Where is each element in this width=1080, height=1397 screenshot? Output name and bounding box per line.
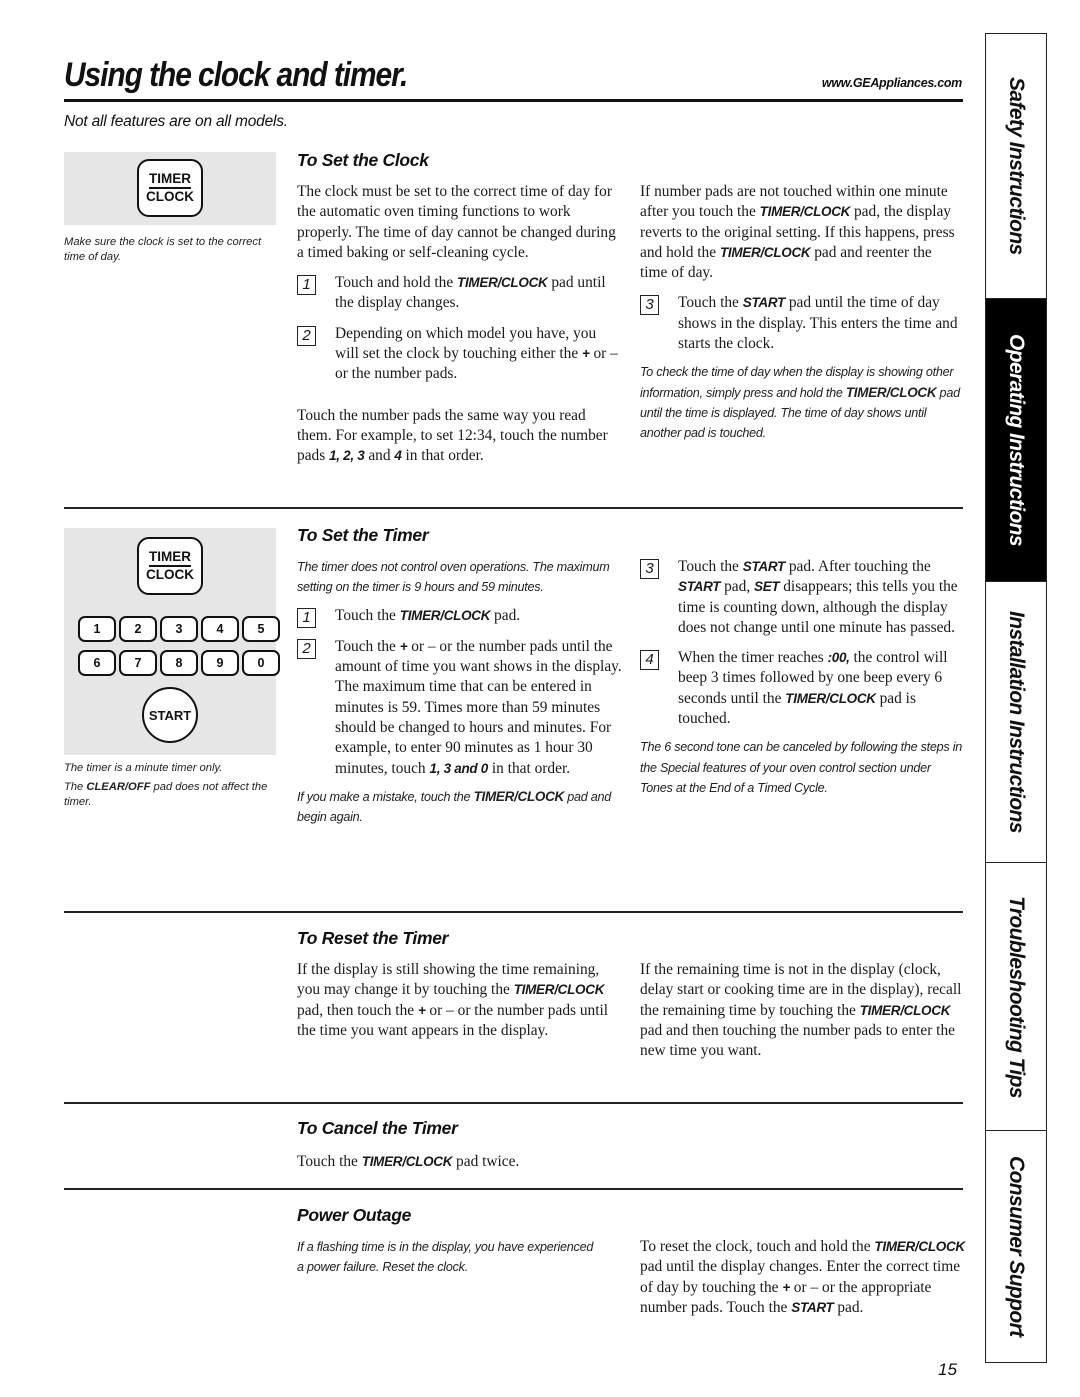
step-number: 3 <box>640 295 659 316</box>
pad-label-clock: CLOCK <box>146 567 194 582</box>
tab-label: Consumer Support <box>1005 1155 1028 1337</box>
header-rule <box>64 99 963 102</box>
section-divider <box>64 1188 963 1190</box>
number-pad-5: 5 <box>242 616 280 642</box>
number-pad-3: 3 <box>160 616 198 642</box>
heading-reset-timer: To Reset the Timer <box>297 928 449 948</box>
number-pad-4: 4 <box>201 616 239 642</box>
cancel-timer-text: Touch the TIMER/CLOCK pad twice. <box>297 1153 520 1170</box>
reset-timer-right-text: If the remaining time is not in the disp… <box>640 961 962 1060</box>
minute-timer-caption: The timer is a minute timer only. <box>64 762 223 774</box>
tab-troubleshooting-tips[interactable]: Troubleshooting Tips <box>986 863 1046 1131</box>
number-pad-6: 6 <box>78 650 116 676</box>
timer-clock-pad: TIMER CLOCK <box>137 537 203 595</box>
tab-operating-instructions[interactable]: Operating Instructions <box>986 299 1046 582</box>
heading-cancel-timer: To Cancel the Timer <box>297 1118 458 1138</box>
set-clock-right-column: If number pads are not touched within on… <box>640 182 962 444</box>
check-time-note: To check the time of day when the displa… <box>640 365 960 441</box>
step-number: 2 <box>297 638 316 659</box>
pad-label-timer: TIMER <box>149 549 191 567</box>
number-pad-2: 2 <box>119 616 157 642</box>
section-divider <box>64 911 963 913</box>
power-outage-text: To reset the clock, touch and hold the T… <box>640 1238 965 1316</box>
section-tabs: Safety Instructions Operating Instructio… <box>985 33 1047 1363</box>
step-number: 1 <box>297 607 316 628</box>
start-pad: START <box>142 687 198 743</box>
number-pad-row-2: 6 7 8 9 0 <box>78 650 280 676</box>
tab-label: Operating Instructions <box>1005 334 1028 546</box>
pad-label-clock: CLOCK <box>146 189 194 204</box>
pad-label-timer: TIMER <box>149 171 191 189</box>
tab-safety-instructions[interactable]: Safety Instructions <box>986 34 1046 299</box>
number-pad-9: 9 <box>201 650 239 676</box>
tab-label: Troubleshooting Tips <box>1005 895 1028 1098</box>
heading-power-outage: Power Outage <box>297 1205 412 1225</box>
page-number: 15 <box>938 1360 957 1379</box>
set-timer-step-3: 3 Touch the START pad. After touching th… <box>640 557 962 638</box>
timer-clock-pad-illustration: TIMER CLOCK <box>64 152 276 225</box>
timer-illustration-caption: The timer is a minute timer only. The CL… <box>64 761 276 810</box>
power-outage-note: If a flashing time is in the display, yo… <box>297 1240 594 1275</box>
set-clock-intro: The clock must be set to the correct tim… <box>297 183 616 261</box>
heading-set-timer: To Set the Timer <box>297 525 429 545</box>
set-clock-step-1: 1 Touch and hold the TIMER/CLOCK pad unt… <box>297 273 622 314</box>
number-pad-1: 1 <box>78 616 116 642</box>
tab-consumer-support[interactable]: Consumer Support <box>986 1131 1046 1361</box>
set-clock-left-column: The clock must be set to the correct tim… <box>297 182 622 467</box>
number-pad-0: 0 <box>242 650 280 676</box>
number-pads-instructions: Touch the number pads the same way you r… <box>297 406 608 465</box>
number-pad-row-1: 1 2 3 4 5 <box>78 616 280 642</box>
step-number: 1 <box>297 275 316 296</box>
clock-timeout-text: If number pads are not touched within on… <box>640 183 955 282</box>
mistake-note: If you make a mistake, touch the TIMER/C… <box>297 788 612 825</box>
set-timer-step-1: 1 Touch the TIMER/CLOCK pad. <box>297 606 622 628</box>
step-number: 2 <box>297 325 316 346</box>
set-timer-right-column: 3 Touch the START pad. After touching th… <box>640 557 962 798</box>
heading-set-clock: To Set the Clock <box>297 150 429 170</box>
section-divider <box>64 1102 963 1104</box>
step-number: 4 <box>640 650 659 671</box>
clock-illustration-caption: Make sure the clock is set to the correc… <box>64 236 262 263</box>
tab-installation-instructions[interactable]: Installation Instructions <box>986 582 1046 863</box>
step-number: 3 <box>640 559 659 579</box>
control-panel-illustration: TIMER CLOCK 1 2 3 4 5 6 7 8 9 0 START <box>64 528 280 755</box>
models-disclaimer: Not all features are on all models. <box>64 113 288 130</box>
set-timer-step-4: 4 When the timer reaches :00, the contro… <box>640 648 962 729</box>
set-clock-step-3: 3 Touch the START pad until the time of … <box>640 293 962 354</box>
tab-label: Installation Instructions <box>1005 611 1028 833</box>
section-divider <box>64 507 963 509</box>
set-timer-left-column: The timer does not control oven operatio… <box>297 557 622 828</box>
set-timer-step-2: 2 Touch the + or – or the number pads un… <box>297 637 622 779</box>
set-timer-intro: The timer does not control oven operatio… <box>297 560 610 595</box>
website-link[interactable]: www.GEAppliances.com <box>822 76 962 90</box>
number-pad-7: 7 <box>119 650 157 676</box>
tone-cancel-note: The 6 second tone can be canceled by fol… <box>640 740 963 795</box>
timer-clock-pad: TIMER CLOCK <box>137 159 203 217</box>
reset-timer-left-text: If the display is still showing the time… <box>297 961 609 1039</box>
clear-off-caption: The CLEAR/OFF pad does not affect the ti… <box>64 781 268 808</box>
number-pad-8: 8 <box>160 650 198 676</box>
page-title: Using the clock and timer. <box>64 56 408 94</box>
set-clock-step-2: 2 Depending on which model you have, you… <box>297 324 622 385</box>
tab-label: Safety Instructions <box>1005 77 1028 255</box>
